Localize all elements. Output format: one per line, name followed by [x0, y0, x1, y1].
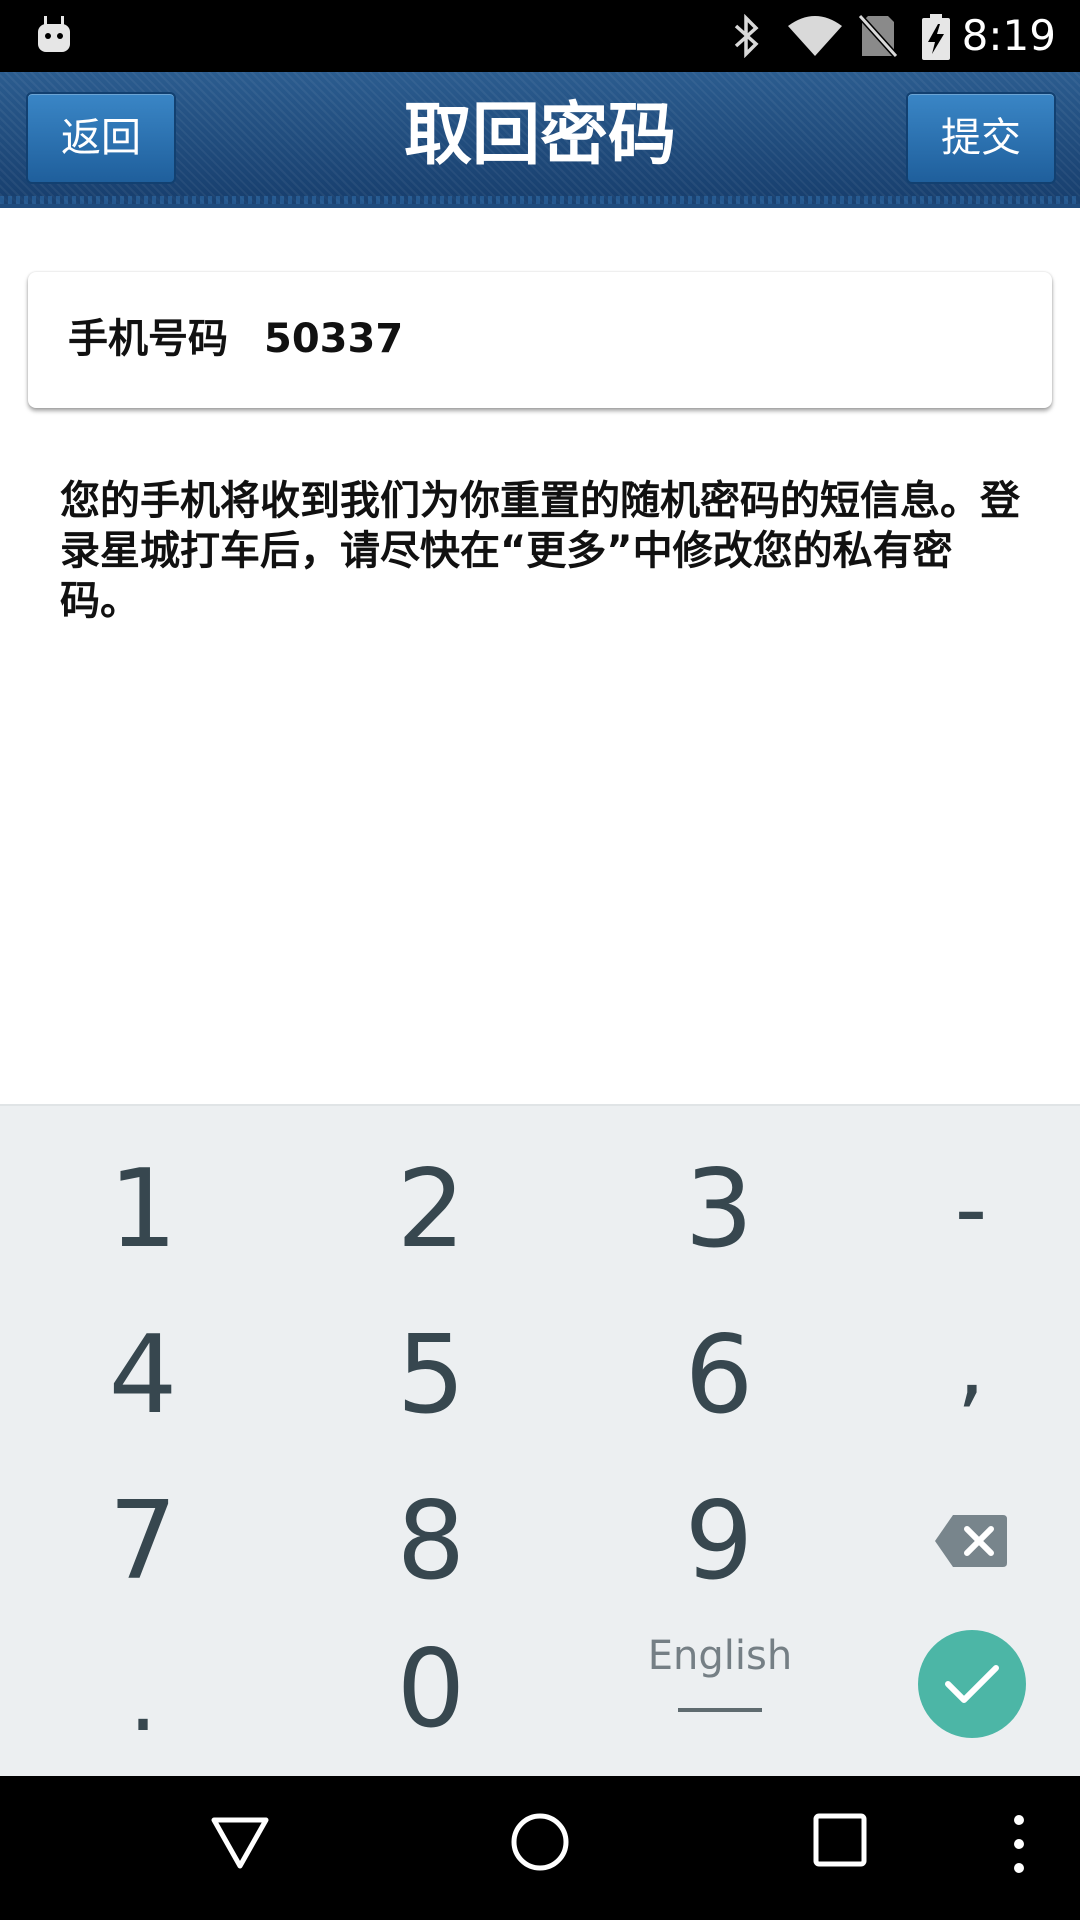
submit-button[interactable]: 提交 [906, 92, 1056, 184]
key-3[interactable]: 3 [584, 1126, 854, 1292]
language-switch-key[interactable]: English [590, 1626, 850, 1746]
key-4[interactable]: 4 [8, 1292, 278, 1458]
language-underline [678, 1708, 762, 1712]
checkmark-icon [945, 1665, 999, 1703]
key-7[interactable]: 7 [8, 1458, 278, 1624]
home-icon[interactable] [510, 1812, 570, 1872]
key-0[interactable]: 0 [296, 1606, 566, 1772]
done-key[interactable] [918, 1630, 1026, 1738]
key-1[interactable]: 1 [8, 1126, 278, 1292]
key-5[interactable]: 5 [296, 1292, 566, 1458]
menu-icon[interactable] [1004, 1812, 1034, 1876]
phone-number-label: 手机号码 [68, 316, 228, 362]
key-dash[interactable]: - [836, 1126, 1080, 1292]
key-9[interactable]: 9 [584, 1458, 854, 1624]
phone-number-value[interactable]: 50337 [264, 314, 403, 364]
recents-icon[interactable] [812, 1812, 868, 1868]
android-app-icon [38, 16, 70, 52]
battery-charging-icon [922, 14, 950, 60]
no-sim-icon [858, 14, 898, 58]
navigation-bar [0, 1776, 1080, 1920]
key-comma[interactable]: , [836, 1282, 1080, 1448]
backspace-icon [935, 1515, 1007, 1567]
key-6[interactable]: 6 [584, 1292, 854, 1458]
key-dot[interactable]: . [8, 1616, 278, 1782]
reset-info-text: 您的手机将收到我们为你重置的随机密码的短信息。登录星城打车后，请尽快在“更多”中… [60, 478, 1020, 624]
key-8[interactable]: 8 [296, 1458, 566, 1624]
back-icon[interactable] [210, 1812, 270, 1872]
backspace-key[interactable] [836, 1458, 1080, 1624]
title-bar: 返回 取回密码 提交 [0, 72, 1080, 208]
key-2[interactable]: 2 [296, 1126, 566, 1292]
phone-number-card[interactable]: 手机号码 50337 [28, 272, 1052, 408]
status-time: 8:19 [961, 11, 1056, 60]
screen: 8:19 返回 取回密码 提交 手机号码 50337 您的手机将收到我们为你重置… [0, 0, 1080, 1920]
bluetooth-icon [734, 14, 759, 58]
status-bar: 8:19 [0, 0, 1080, 72]
numeric-keyboard: 1 2 3 - 4 5 6 , 7 8 9 . 0 English [0, 1104, 1080, 1778]
language-label: English [647, 1633, 793, 1679]
wifi-icon [788, 16, 842, 56]
